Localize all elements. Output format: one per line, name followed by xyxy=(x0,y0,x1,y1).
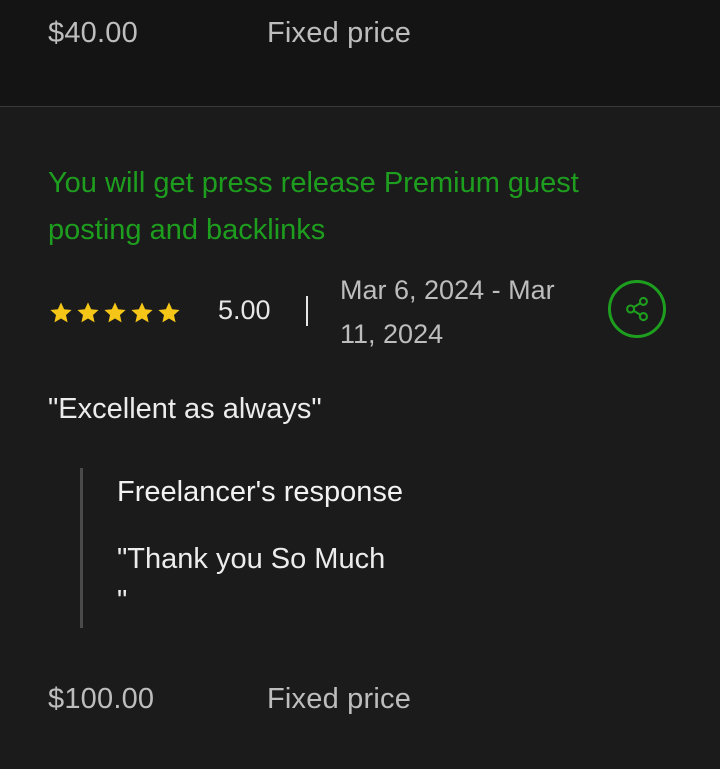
star-icon xyxy=(104,302,126,323)
previous-contract-summary: $40.00 Fixed price xyxy=(0,0,720,107)
share-button[interactable] xyxy=(608,280,666,338)
contract-price-type: Fixed price xyxy=(267,683,412,715)
response-text: "Thank you So Much " xyxy=(117,543,386,617)
response-heading: Freelancer's response xyxy=(117,476,404,508)
rating-row: 5.00 Mar 6, 2024 - Mar 11, 2024 xyxy=(48,268,678,358)
freelancer-response: Freelancer's response "Thank you So Much… xyxy=(80,468,643,628)
previous-contract-price-type: Fixed price xyxy=(267,17,412,49)
rating-divider xyxy=(306,296,308,326)
rating-value: 5.00 xyxy=(218,295,271,325)
contract-date-range: Mar 6, 2024 - Mar 11, 2024 xyxy=(340,275,555,349)
star-icon xyxy=(158,302,180,323)
star-icon xyxy=(131,302,153,323)
contract-amount: $100.00 xyxy=(48,683,155,715)
work-history-page: $40.00 Fixed price You will get press re… xyxy=(0,0,720,769)
star-icon xyxy=(50,302,72,323)
star-rating xyxy=(48,300,182,326)
previous-contract-amount: $40.00 xyxy=(48,17,138,49)
client-review: "Excellent as always" xyxy=(48,393,322,425)
share-icon xyxy=(626,296,648,322)
star-icon xyxy=(77,302,99,323)
contract-title-link[interactable]: You will get press release Premium guest… xyxy=(48,160,668,254)
